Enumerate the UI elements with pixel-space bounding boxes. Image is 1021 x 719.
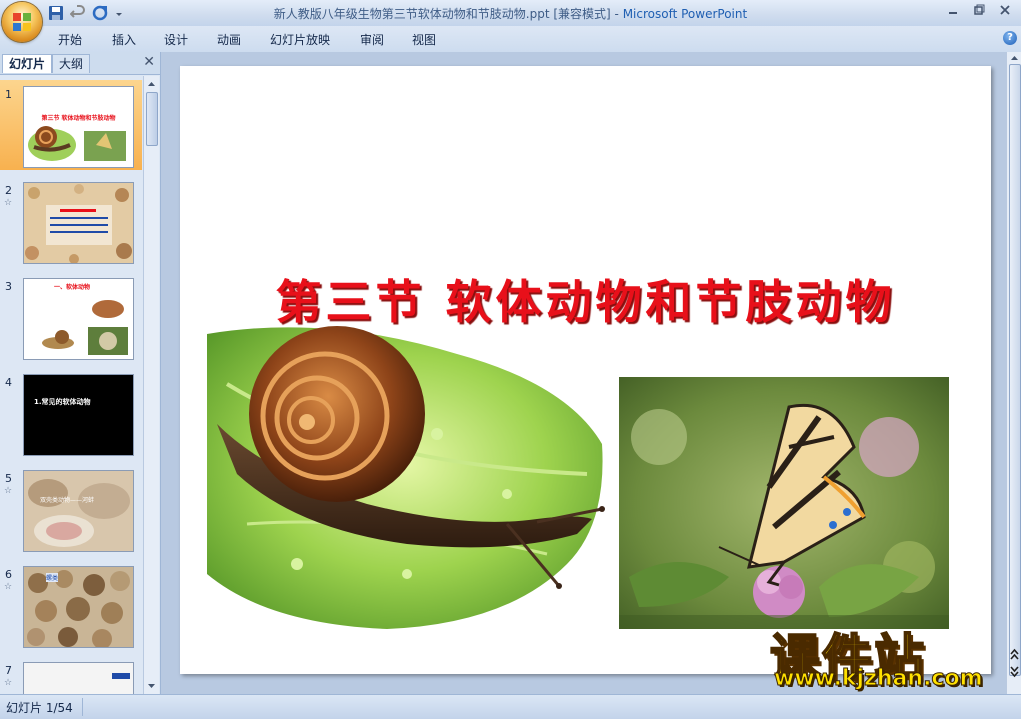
snail-shells-preview (24, 567, 133, 647)
document-name: 新人教版八年级生物第三节软体动物和节肢动物.ppt [兼容模式] (273, 7, 611, 21)
application-name: Microsoft PowerPoint (622, 7, 748, 21)
slide-thumbnail[interactable]: 5 ☆ 双壳类动物——河蚌 (0, 464, 142, 554)
slide-thumbnail[interactable]: 2 ☆ (0, 176, 142, 266)
tab-design[interactable]: 设计 (164, 31, 188, 48)
animation-star-icon: ☆ (4, 582, 13, 592)
thumbnail-scrollbar[interactable] (143, 76, 159, 694)
watermark-logo: 课件站 www.kjzhan.com (769, 618, 1000, 694)
window-controls (941, 3, 1017, 21)
mollusk-preview (42, 300, 128, 355)
current-slide[interactable]: 第三节 软体动物和节肢动物 (180, 66, 991, 674)
animation-star-icon: ☆ (4, 486, 13, 496)
slide-thumbnail[interactable]: 7 ☆ (0, 656, 142, 694)
scroll-down-icon[interactable] (145, 680, 158, 692)
thumbnail-image: 螺类 (23, 566, 134, 648)
office-logo-icon (13, 13, 31, 31)
scroll-up-icon[interactable] (1008, 53, 1021, 63)
next-slide-icon[interactable] (1008, 664, 1021, 678)
snail-image[interactable] (207, 324, 607, 634)
tab-insert[interactable]: 插入 (112, 31, 136, 48)
status-bar: 幻灯片 1/54 (0, 694, 1021, 719)
watermark-url: www.kjzhan.com (774, 666, 984, 692)
slides-pane: 幻灯片 大纲 ✕ 1 第三节 软体动物和节肢动物 2 ☆ 3 一、软体动物 4 … (0, 52, 161, 694)
tab-slides[interactable]: 幻灯片 (2, 54, 53, 73)
slide-title[interactable]: 第三节 软体动物和节肢动物 (180, 266, 991, 332)
clam-preview (24, 471, 133, 551)
thumbnail-image: 一、软体动物 (23, 278, 134, 360)
slide-scrollbar[interactable] (1006, 52, 1021, 694)
tab-home[interactable]: 开始 (58, 31, 82, 48)
butterfly-image[interactable] (619, 377, 949, 629)
tab-slide-show[interactable]: 幻灯片放映 (270, 31, 330, 48)
animation-star-icon: ☆ (4, 198, 13, 208)
snail-butterfly-preview (28, 126, 126, 161)
scroll-thumb[interactable] (146, 92, 158, 146)
restore-icon[interactable] (967, 3, 991, 21)
close-pane-icon[interactable]: ✕ (143, 54, 155, 70)
slide-editing-area: 第三节 软体动物和节肢动物 课件站 www.kjzhan.com (161, 52, 1006, 694)
scroll-up-icon[interactable] (145, 78, 158, 90)
title-bar: 新人教版八年级生物第三节软体动物和节肢动物.ppt [兼容模式] - Micro… (0, 0, 1021, 26)
office-button[interactable] (2, 2, 42, 42)
slide-thumbnail[interactable]: 1 第三节 软体动物和节肢动物 (0, 80, 142, 170)
window-title: 新人教版八年级生物第三节软体动物和节肢动物.ppt [兼容模式] - Micro… (273, 7, 748, 21)
ribbon-tabs: 开始 插入 设计 动画 幻灯片放映 审阅 视图 ? (0, 26, 1021, 53)
tab-animations[interactable]: 动画 (217, 31, 241, 48)
slide-thumbnail-list: 1 第三节 软体动物和节肢动物 2 ☆ 3 一、软体动物 4 1.常见的软体动物… (0, 76, 142, 694)
slide-thumbnail[interactable]: 6 ☆ 螺类 (0, 560, 142, 650)
help-icon[interactable]: ? (1003, 31, 1017, 45)
close-icon[interactable] (993, 3, 1017, 21)
tab-view[interactable]: 视图 (412, 31, 436, 48)
tab-review[interactable]: 审阅 (360, 31, 384, 48)
scroll-thumb[interactable] (1009, 64, 1021, 676)
slide-counter: 幻灯片 1/54 (6, 701, 73, 715)
thumbnail-image: 第三节 软体动物和节肢动物 (23, 86, 134, 168)
previous-slide-icon[interactable] (1008, 648, 1021, 662)
thumbnail-image: 双壳类动物——河蚌 (23, 470, 134, 552)
slide-thumbnail[interactable]: 4 1.常见的软体动物 (0, 368, 142, 458)
thumbnail-image (23, 662, 134, 694)
slide-7-preview (24, 663, 133, 694)
seashells-preview (24, 183, 133, 263)
slide-thumbnail[interactable]: 3 一、软体动物 (0, 272, 142, 362)
status-divider (82, 698, 83, 716)
thumbnail-image: 1.常见的软体动物 (23, 374, 134, 456)
minimize-icon[interactable] (941, 3, 965, 21)
animation-star-icon: ☆ (4, 678, 13, 688)
tab-outline[interactable]: 大纲 (52, 54, 91, 73)
thumbnail-image (23, 182, 134, 264)
pane-tabs: 幻灯片 大纲 ✕ (0, 52, 160, 75)
